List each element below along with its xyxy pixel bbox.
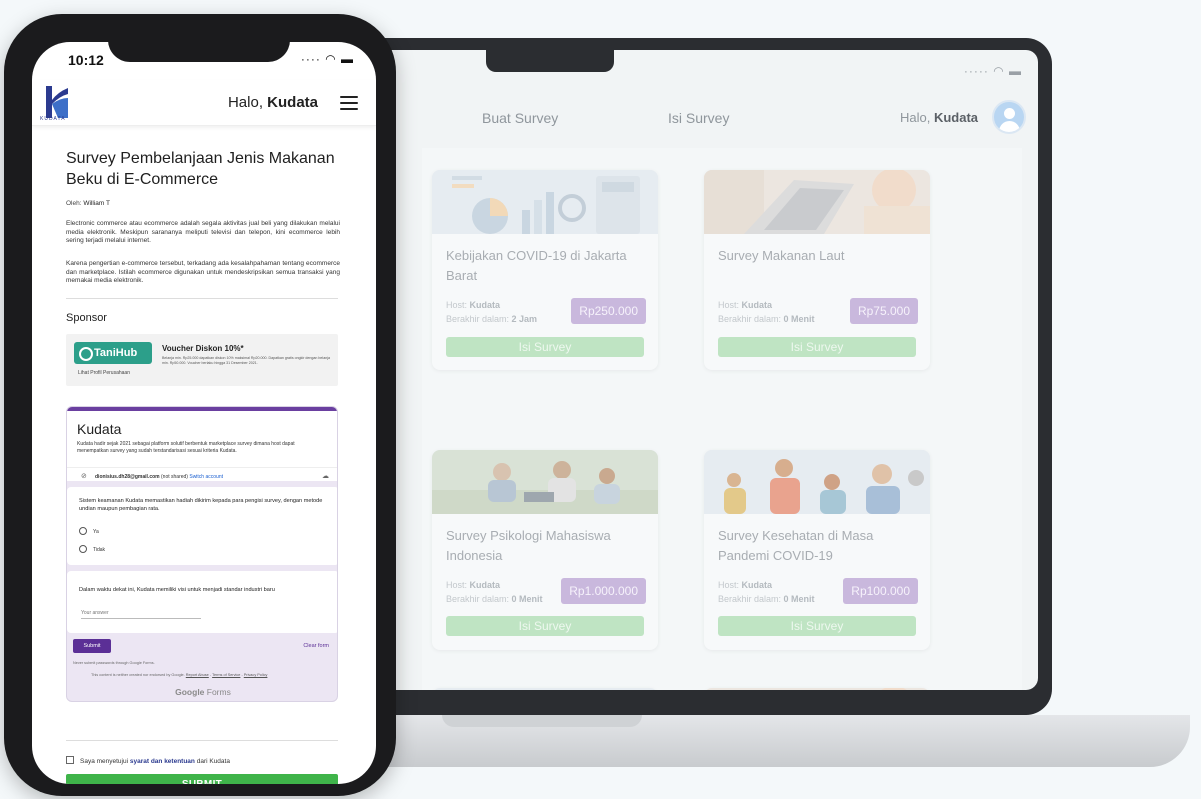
radio-tidak-label: Tidak	[93, 547, 106, 553]
divider	[66, 740, 338, 741]
survey-card[interactable]: Survey Kesehatan di Masa Pandemi COVID-1…	[704, 450, 930, 650]
terms-link[interactable]: Terms of Service	[212, 673, 240, 677]
mobile-header: KUDATA Halo, Kudata	[32, 80, 376, 126]
survey-card-image	[704, 170, 930, 234]
survey-card-ends: Berakhir dalam: 0 Menit	[446, 594, 543, 604]
mobile-greeting: Halo, Kudata	[227, 94, 318, 111]
survey-card-ends: Berakhir dalam: 0 Menit	[718, 314, 815, 324]
terms-conditions-link[interactable]: syarat dan ketentuan	[130, 758, 195, 765]
phone-frame: 10:12 ···· ◠ ▬ KUDATA Halo, Kudata Surve…	[4, 14, 396, 796]
survey-card[interactable]: Survey Psikologi Mahasiswa Indonesia Hos…	[432, 450, 658, 650]
survey-card-price: Rp75.000	[849, 298, 918, 324]
laptop-navbar: Buat Survey Isi Survey Halo, Kudata	[314, 92, 1038, 148]
laptop-status-icons: ····· ◠ ▬	[963, 64, 1022, 78]
phone-screen: 10:12 ···· ◠ ▬ KUDATA Halo, Kudata Surve…	[32, 42, 376, 784]
survey-card-title: Survey Psikologi Mahasiswa Indonesia	[446, 528, 611, 563]
cloud-icon: ☁	[322, 473, 329, 480]
mockup-stage: ····· ◠ ▬ Buat Survey Isi Survey Halo, K…	[0, 0, 1201, 799]
form-question-1: Sistem keamanan Kudata memastikan hadiah…	[67, 487, 337, 565]
form-submit-button[interactable]: Submit	[73, 639, 111, 653]
survey-card-image	[432, 688, 658, 690]
form-account-row: ⊘ dionisius.dh28@gmail.com (not shared) …	[67, 467, 337, 485]
form-description: Kudata hadir sejak 2021 sebagai platform…	[77, 441, 295, 454]
isi-survey-button[interactable]: Isi Survey	[718, 337, 916, 357]
nav-buat-survey[interactable]: Buat Survey	[482, 110, 558, 126]
status-time: 10:12	[68, 52, 104, 68]
survey-description-2: Karena pengertian e-commerce tersebut, t…	[66, 260, 340, 284]
answer-input[interactable]: Your answer	[81, 607, 201, 619]
form-question-2: Dalam waktu dekat ini, Kudata memiliki v…	[67, 571, 337, 633]
survey-card[interactable]: Kebijakan COVID-19 di Jakarta Barat Host…	[432, 170, 658, 370]
survey-title: Survey Pembelanjaan Jenis Makanan Beku d…	[66, 150, 335, 188]
survey-description-1: Electronic commerce atau ecommerce adala…	[66, 220, 340, 244]
survey-grid: Kebijakan COVID-19 di Jakarta Barat Host…	[422, 148, 1022, 690]
survey-card-partial[interactable]	[432, 688, 658, 690]
laptop-camera-notch	[486, 50, 614, 72]
survey-card-price: Rp1.000.000	[561, 578, 646, 604]
isi-survey-button[interactable]: Isi Survey	[718, 616, 916, 636]
tanihub-logo[interactable]: TaniHub	[74, 342, 152, 364]
user-avatar-icon[interactable]	[992, 100, 1026, 134]
survey-card-partial[interactable]	[704, 688, 930, 690]
voucher-description: Belanja min. Rp25.000 dapatkan diskon 10…	[162, 356, 331, 365]
google-form-embed: Kudata Kudata hadir sejak 2021 sebagai p…	[66, 406, 338, 702]
clear-form-button[interactable]: Clear form	[303, 643, 329, 649]
divider	[66, 298, 338, 299]
kudata-logo-icon[interactable]	[42, 84, 70, 120]
survey-card-host: Host: Kudata	[446, 580, 501, 590]
password-warning: Never submit passwords through Google Fo…	[73, 661, 155, 665]
survey-card-host: Host: Kudata	[718, 300, 773, 310]
radio-ya-label: Ya	[93, 529, 99, 535]
mobile-greeting-name: Kudata	[267, 94, 318, 111]
survey-card-image	[432, 170, 658, 234]
form-disclaimer: This content is neither created nor endo…	[91, 673, 268, 677]
survey-card-image	[704, 688, 930, 690]
survey-card-image	[432, 450, 658, 514]
report-abuse-link[interactable]: Report Abuse	[186, 673, 209, 677]
hamburger-menu-icon[interactable]	[340, 96, 358, 110]
question-1-text: Sistem keamanan Kudata memastikan hadiah…	[79, 498, 323, 512]
survey-card-host: Host: Kudata	[446, 300, 501, 310]
isi-survey-button[interactable]: Isi Survey	[446, 337, 644, 357]
status-icons: ···· ◠ ▬	[300, 52, 354, 66]
sponsor-heading: Sponsor	[66, 312, 107, 324]
survey-card-image	[704, 450, 930, 514]
agree-checkbox[interactable]	[66, 756, 74, 764]
survey-card-ends: Berakhir dalam: 0 Menit	[718, 594, 815, 604]
agree-terms: Saya menyetujui syarat dan ketentuan dar…	[66, 756, 230, 765]
survey-card-title: Kebijakan COVID-19 di Jakarta Barat	[446, 248, 627, 283]
nav-greeting: Halo, Kudata	[899, 110, 978, 125]
survey-card-title: Survey Makanan Laut	[718, 248, 845, 263]
survey-author: Oleh: William T	[66, 200, 110, 207]
submit-button[interactable]: SUBMIT	[66, 774, 338, 784]
radio-ya[interactable]	[79, 527, 87, 535]
company-profile-link[interactable]: Lihat Profil Perusahaan	[78, 370, 130, 376]
laptop-screen: ····· ◠ ▬ Buat Survey Isi Survey Halo, K…	[314, 50, 1038, 690]
survey-card-price: Rp250.000	[571, 298, 646, 324]
survey-card-ends: Berakhir dalam: 2 Jam	[446, 314, 538, 324]
voucher-title: Voucher Diskon 10%*	[162, 344, 244, 353]
survey-card-title: Survey Kesehatan di Masa Pandemi COVID-1…	[718, 528, 874, 563]
switch-account-link[interactable]: Switch account	[189, 474, 223, 480]
account-email: dionisius.dh28@gmail.com (not shared) Sw…	[95, 474, 223, 480]
privacy-link[interactable]: Privacy Policy	[244, 673, 268, 677]
form-header: Kudata Kudata hadir sejak 2021 sebagai p…	[67, 411, 337, 481]
logo-text: KUDATA	[40, 116, 66, 122]
question-2-text: Dalam waktu dekat ini, Kudata memiliki v…	[79, 587, 275, 593]
survey-card[interactable]: Survey Makanan Laut Host: Kudata Berakhi…	[704, 170, 930, 370]
isi-survey-button[interactable]: Isi Survey	[446, 616, 644, 636]
nav-isi-survey[interactable]: Isi Survey	[668, 110, 729, 126]
google-forms-logo: Google Forms	[175, 687, 231, 697]
nav-greeting-name: Kudata	[933, 110, 978, 125]
eye-off-icon: ⊘	[81, 473, 87, 480]
form-title: Kudata	[77, 421, 122, 437]
survey-detail: Survey Pembelanjaan Jenis Makanan Beku d…	[32, 128, 376, 784]
survey-card-price: Rp100.000	[843, 578, 918, 604]
radio-tidak[interactable]	[79, 545, 87, 553]
survey-card-host: Host: Kudata	[718, 580, 773, 590]
laptop-base-notch	[442, 715, 642, 727]
sponsor-card[interactable]: TaniHub Lihat Profil Perusahaan Voucher …	[66, 334, 338, 386]
phone-notch	[108, 28, 290, 62]
